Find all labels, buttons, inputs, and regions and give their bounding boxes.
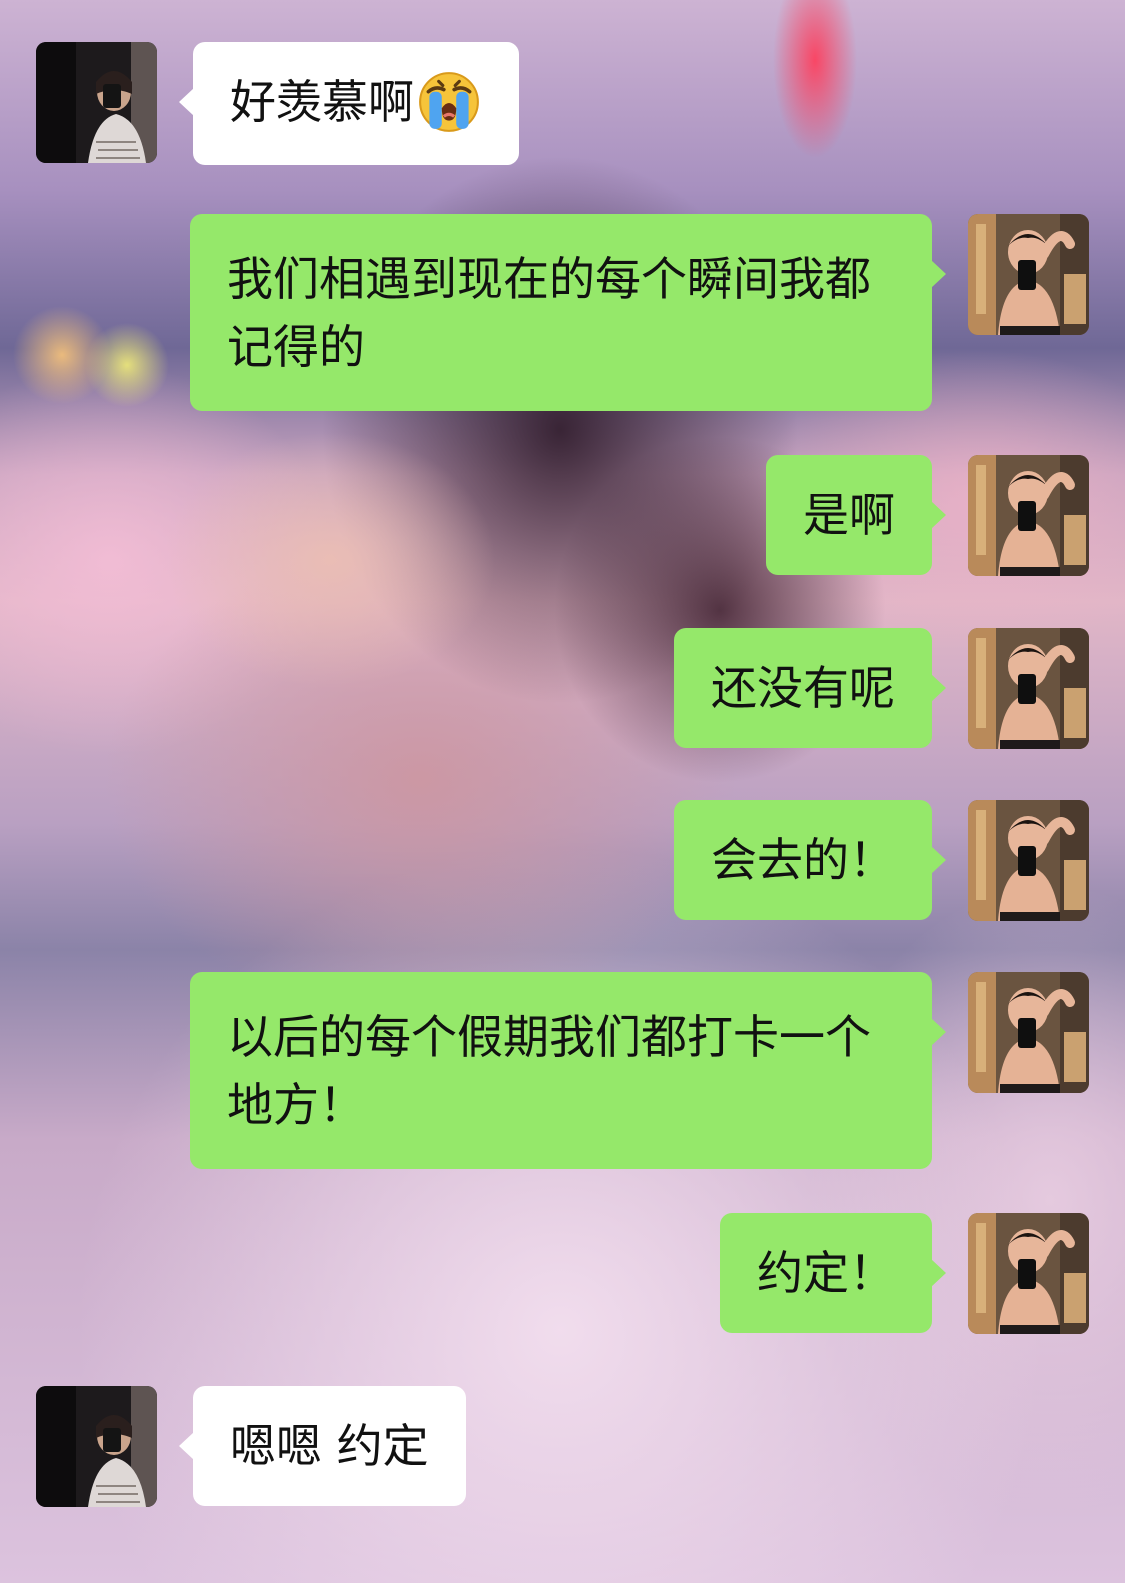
loudly-crying-face-icon [416, 69, 482, 135]
message-text: 嗯嗯 约定 [230, 1419, 429, 1473]
message-text: 会去的！ [711, 833, 895, 887]
message-text: 好羡慕啊 [230, 75, 414, 129]
message-bubble-outgoing[interactable]: 约定！ [720, 1213, 946, 1333]
message-bubble-outgoing[interactable]: 还没有呢 [674, 628, 946, 748]
message-bubble-outgoing[interactable]: 以后的每个假期我们都打卡一个地方！ [190, 972, 946, 1169]
message-row: 会去的！ [674, 800, 1089, 921]
contact-avatar[interactable] [36, 42, 157, 163]
message-row: 是啊 [766, 455, 1089, 576]
self-avatar[interactable] [968, 800, 1089, 921]
self-avatar[interactable] [968, 628, 1089, 749]
message-row: 还没有呢 [674, 628, 1089, 749]
message-row: 嗯嗯 约定 [36, 1386, 466, 1507]
message-text: 我们相遇到现在的每个瞬间我都记得的 [227, 252, 871, 374]
message-bubble-outgoing[interactable]: 会去的！ [674, 800, 946, 920]
self-avatar[interactable] [968, 214, 1089, 335]
message-bubble-incoming[interactable]: 嗯嗯 约定 [179, 1386, 466, 1506]
message-bubble-incoming[interactable]: 好羡慕啊 [179, 42, 519, 165]
contact-avatar[interactable] [36, 1386, 157, 1507]
message-text: 约定！ [757, 1246, 895, 1300]
message-row: 我们相遇到现在的每个瞬间我都记得的 [190, 214, 1089, 411]
message-row: 约定！ [720, 1213, 1089, 1334]
message-text: 以后的每个假期我们都打卡一个地方！ [227, 1010, 871, 1132]
message-text: 还没有呢 [711, 661, 895, 715]
message-text: 是啊 [803, 488, 895, 542]
message-bubble-outgoing[interactable]: 是啊 [766, 455, 946, 575]
message-row: 好羡慕啊 [36, 42, 519, 165]
message-bubble-outgoing[interactable]: 我们相遇到现在的每个瞬间我都记得的 [190, 214, 946, 411]
self-avatar[interactable] [968, 455, 1089, 576]
self-avatar[interactable] [968, 972, 1089, 1093]
message-row: 以后的每个假期我们都打卡一个地方！ [190, 972, 1089, 1169]
self-avatar[interactable] [968, 1213, 1089, 1334]
